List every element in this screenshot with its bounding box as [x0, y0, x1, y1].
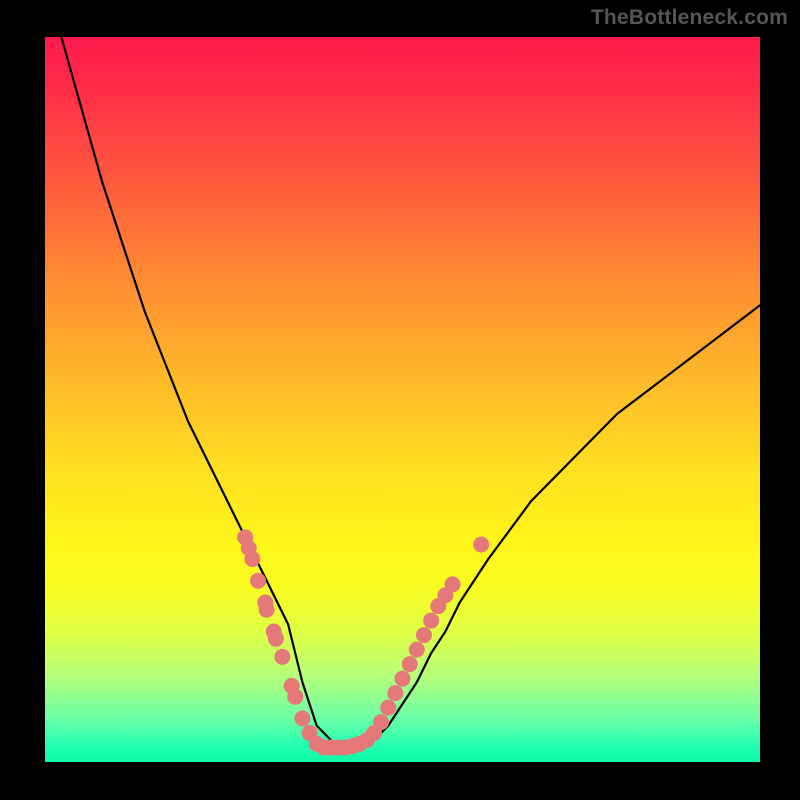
data-marker	[274, 649, 290, 665]
data-marker	[402, 656, 418, 672]
data-marker	[287, 689, 303, 705]
watermark-text: TheBottleneck.com	[591, 6, 788, 30]
data-marker	[423, 613, 439, 629]
data-marker	[409, 642, 425, 658]
data-marker	[445, 576, 461, 592]
data-marker	[259, 602, 275, 618]
data-marker	[473, 537, 489, 553]
data-marker	[395, 671, 411, 687]
plot-area	[45, 37, 760, 762]
data-marker	[387, 685, 403, 701]
data-marker	[244, 551, 260, 567]
chart-svg	[45, 37, 760, 762]
chart-frame: TheBottleneck.com	[0, 0, 800, 800]
data-marker	[250, 573, 266, 589]
data-marker	[373, 714, 389, 730]
curve-line	[59, 30, 760, 748]
data-marker	[294, 711, 310, 727]
data-marker	[380, 700, 396, 716]
data-marker	[268, 631, 284, 647]
data-marker	[416, 627, 432, 643]
